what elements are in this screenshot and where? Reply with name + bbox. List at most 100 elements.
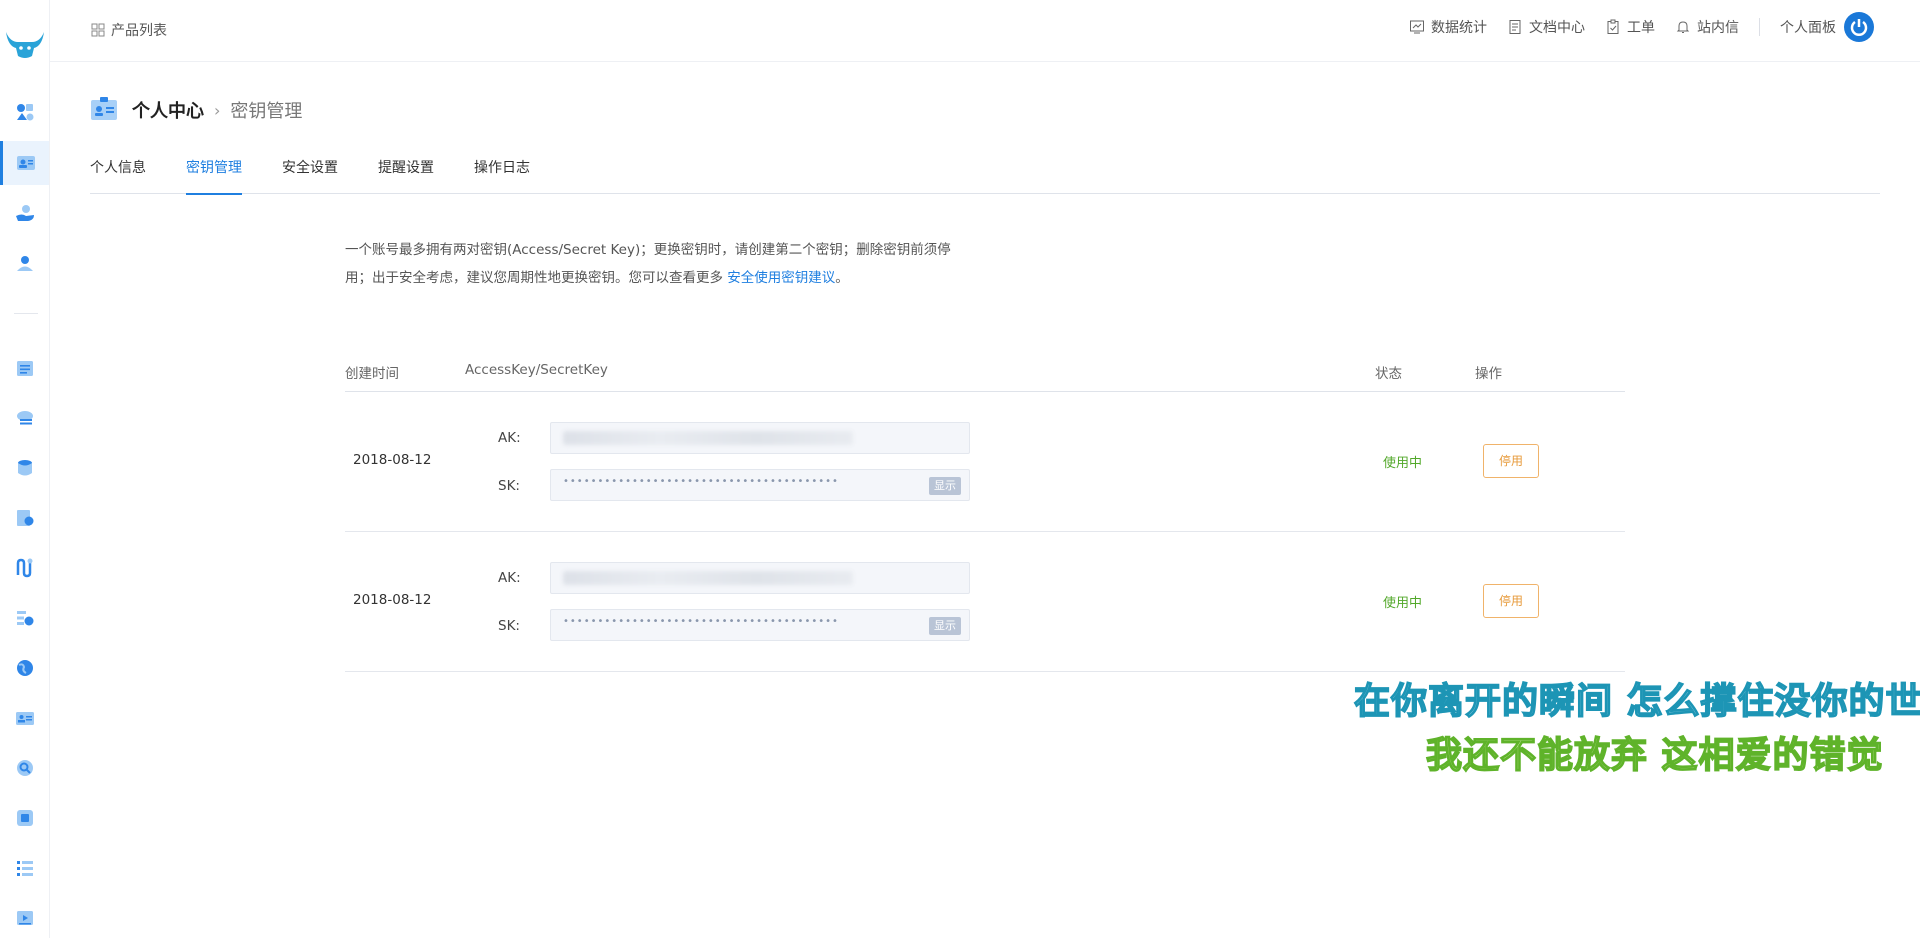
tab-operation-log[interactable]: 操作日志 — [474, 152, 530, 194]
top-right-nav: 数据统计 文档中心 工单 站内信 个人面板 — [1389, 12, 1874, 42]
sidebar-item-cloud-list[interactable] — [0, 396, 49, 440]
sidebar-item-media[interactable] — [0, 896, 49, 938]
sidebar-item-report[interactable] — [0, 496, 49, 540]
table-header: 创建时间 AccessKey/SecretKey 状态 操作 — [345, 354, 1625, 392]
col-status: 状态 — [1375, 366, 1402, 382]
show-secret-button[interactable]: 显示 — [929, 617, 961, 635]
created-date: 2018-08-12 — [353, 452, 432, 468]
col-keys: AccessKey/SecretKey — [465, 362, 608, 378]
description-text: 一个账号最多拥有两对密钥(Access/Secret Key)；更换密钥时，请创… — [345, 242, 951, 286]
secret-key-mask: •••••••••••••••••••••••••••••••••••••••• — [563, 476, 839, 487]
ticket-link[interactable]: 工单 — [1605, 17, 1655, 37]
grid-icon — [91, 23, 105, 37]
folder-icon — [16, 361, 33, 376]
clipboard-icon — [1607, 19, 1619, 34]
created-date: 2018-08-12 — [353, 592, 432, 608]
docs-label: 文档中心 — [1529, 20, 1585, 36]
list-icon — [16, 861, 33, 876]
video-icon — [16, 911, 33, 925]
tab-reminder-settings[interactable]: 提醒设置 — [378, 152, 434, 194]
status-badge: 使用中 — [1383, 596, 1423, 611]
page-subtitle: 密钥管理 — [230, 101, 303, 122]
sidebar-item-search[interactable] — [0, 746, 49, 790]
power-icon — [1850, 19, 1868, 36]
sidebar-item-database[interactable] — [0, 446, 49, 490]
sk-label: SK: — [498, 618, 520, 634]
sidebar-item-chip[interactable] — [0, 796, 49, 840]
cloud-list-icon — [16, 411, 33, 425]
shapes-icon — [16, 104, 33, 121]
bull-logo-icon[interactable] — [4, 28, 46, 60]
tab-personal-info[interactable]: 个人信息 — [90, 152, 146, 194]
secret-key-field[interactable]: ••••••••••••••••••••••••••••••••••••••••… — [550, 609, 970, 641]
sidebar-item-globe[interactable] — [0, 646, 49, 690]
lyric-line-2: 我还不能放弃 这相爱的错觉 — [1425, 734, 1884, 777]
sidebar-item-card[interactable] — [0, 696, 49, 740]
col-created-time: 创建时间 — [345, 366, 399, 382]
chevron-right-icon: › — [214, 100, 221, 120]
ak-label: AK: — [498, 570, 521, 586]
sidebar-item-billing[interactable] — [0, 191, 49, 235]
table-row: 2018-08-12 AK: SK: •••••••••••••••••••••… — [345, 532, 1625, 672]
sk-label: SK: — [498, 478, 520, 494]
network-path-icon — [16, 558, 32, 578]
sidebar-item-list[interactable] — [0, 846, 49, 890]
avatar[interactable] — [1844, 12, 1874, 42]
stats-label: 数据统计 — [1431, 20, 1487, 36]
show-secret-button[interactable]: 显示 — [929, 477, 961, 495]
access-key-blurred — [563, 431, 853, 445]
messages-label: 站内信 — [1697, 20, 1739, 36]
access-key-field[interactable] — [550, 562, 970, 594]
sidebar-item-files[interactable] — [0, 346, 49, 390]
docs-link[interactable]: 文档中心 — [1507, 17, 1585, 37]
access-key-field[interactable] — [550, 422, 970, 454]
security-advice-link[interactable]: 安全使用密钥建议 — [727, 270, 835, 286]
id-card-icon — [17, 156, 35, 170]
ticket-label: 工单 — [1627, 20, 1655, 36]
secret-key-field[interactable]: ••••••••••••••••••••••••••••••••••••••••… — [550, 469, 970, 501]
stats-link[interactable]: 数据统计 — [1409, 17, 1487, 37]
page-title[interactable]: 个人中心 — [132, 97, 204, 123]
top-bar: 产品列表 数据统计 文档中心 工单 站内信 个人面板 — [50, 0, 1920, 62]
chip-icon — [16, 810, 33, 826]
lyric-line-1: 在你离开的瞬间 怎么撑住没你的世界 — [1353, 680, 1920, 723]
globe-icon — [16, 660, 33, 676]
chart-icon — [1410, 20, 1424, 34]
search-monitor-icon — [16, 760, 33, 776]
tab-key-management[interactable]: 密钥管理 — [186, 152, 242, 195]
status-badge: 使用中 — [1383, 456, 1423, 471]
sidebar — [0, 0, 50, 938]
product-list-label: 产品列表 — [111, 23, 167, 39]
key-table: 创建时间 AccessKey/SecretKey 状态 操作 2018-08-1… — [345, 354, 1625, 672]
topbar-divider — [1759, 18, 1760, 36]
secret-key-mask: •••••••••••••••••••••••••••••••••••••••• — [563, 616, 839, 627]
access-key-blurred — [563, 571, 853, 585]
sidebar-item-user[interactable] — [0, 241, 49, 285]
messages-link[interactable]: 站内信 — [1675, 17, 1739, 37]
product-list-link[interactable]: 产品列表 — [91, 20, 167, 40]
col-action: 操作 — [1475, 366, 1502, 382]
tab-security-settings[interactable]: 安全设置 — [282, 152, 338, 194]
contact-card-icon — [15, 712, 34, 725]
disable-key-button[interactable]: 停用 — [1483, 444, 1539, 478]
ak-label: AK: — [498, 430, 521, 446]
disable-key-button[interactable]: 停用 — [1483, 584, 1539, 618]
list-pie-icon — [16, 611, 33, 626]
breadcrumb: 个人中心 › 密钥管理 — [90, 96, 302, 124]
description-end: 。 — [835, 270, 849, 286]
sidebar-item-personal-center[interactable] — [0, 141, 49, 185]
id-card-icon — [91, 97, 117, 120]
database-icon — [17, 460, 32, 476]
tab-bar: 个人信息 密钥管理 安全设置 提醒设置 操作日志 — [90, 152, 1880, 195]
document-icon — [1509, 20, 1521, 34]
sidebar-item-shapes[interactable] — [0, 90, 49, 134]
sidebar-item-network[interactable] — [0, 546, 49, 590]
hand-coin-icon — [15, 205, 34, 221]
table-row: 2018-08-12 AK: SK: •••••••••••••••••••••… — [345, 392, 1625, 532]
report-pie-icon — [16, 510, 33, 526]
sidebar-item-analytics[interactable] — [0, 596, 49, 640]
key-description: 一个账号最多拥有两对密钥(Access/Secret Key)；更换密钥时，请创… — [345, 236, 975, 292]
sidebar-divider — [14, 313, 38, 314]
bell-icon — [1676, 21, 1690, 33]
personal-panel-label[interactable]: 个人面板 — [1780, 17, 1836, 37]
